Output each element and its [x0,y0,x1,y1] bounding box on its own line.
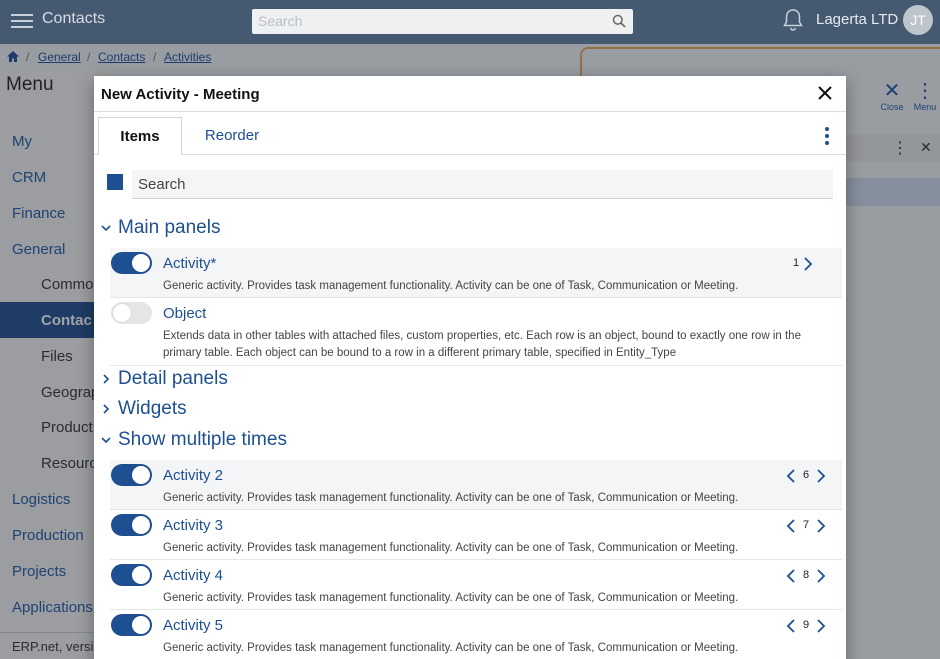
section-widgets[interactable]: Widgets [98,398,298,422]
chevron-right-icon[interactable] [816,568,826,584]
item-title: Activity 2 [163,467,224,484]
order-control: 7 [786,516,831,536]
dialog-tabs: Items Reorder [94,117,846,155]
item-title: Activity 5 [163,617,224,634]
app-title: Contacts [42,10,106,27]
dialog-title: New Activity - Meeting [101,86,260,103]
section-label: Widgets [118,398,187,419]
item-title: Activity* [163,255,217,272]
list-item: Activity* Generic activity. Provides tas… [110,248,842,298]
section-detail-panels[interactable]: Detail panels [98,368,298,392]
order-number: 8 [803,569,810,581]
item-title: Activity 4 [163,567,224,584]
section-label: Show multiple times [118,429,287,450]
chevron-left-icon[interactable] [786,468,796,484]
more-options-icon[interactable] [824,127,830,147]
toggle-switch[interactable] [111,464,152,486]
dialog-header: New Activity - Meeting [94,76,846,112]
select-all-checkbox[interactable] [107,174,123,190]
notifications-bell-icon[interactable] [782,8,804,32]
toggle-switch[interactable] [111,614,152,636]
section-main-panels[interactable]: Main panels [98,217,298,241]
company-name[interactable]: Lagerta LTD [816,11,898,28]
item-description: Generic activity. Provides task manageme… [163,642,739,654]
item-description: Extends data in other tables with attach… [163,330,801,359]
order-number: 6 [803,469,810,481]
tab-items[interactable]: Items [98,117,182,155]
dialog-search-field[interactable] [132,170,833,199]
order-control: 6 [786,466,831,486]
item-description: Generic activity. Provides task manageme… [163,592,739,604]
chevron-right-icon [103,374,110,384]
global-search-input[interactable]: Search [252,9,633,34]
tab-reorder[interactable]: Reorder [190,117,274,155]
item-description: Generic activity. Provides task manageme… [163,542,739,554]
chevron-left-icon[interactable] [786,568,796,584]
item-description: Generic activity. Provides task manageme… [163,492,739,504]
chevron-right-icon [103,404,110,414]
list-item: Activity 5 Generic activity. Provides ta… [110,610,842,659]
toggle-switch[interactable] [111,252,152,274]
chevron-right-icon[interactable] [816,468,826,484]
section-label: Main panels [118,217,221,238]
user-avatar[interactable]: JT [903,5,933,35]
order-number: 7 [803,519,810,531]
order-control: 9 [786,616,831,636]
chevron-right-icon[interactable] [803,256,813,272]
order-number: 1 [793,257,800,269]
list-item: Object Extends data in other tables with… [110,298,842,366]
chevron-left-icon[interactable] [786,518,796,534]
new-activity-dialog: New Activity - Meeting Items Reorder Mai… [94,76,846,659]
toggle-switch[interactable] [111,564,152,586]
top-app-bar: Contacts Search Lagerta LTD JT [0,0,940,44]
list-item: Activity 2 Generic activity. Provides ta… [110,460,842,510]
hamburger-menu-icon[interactable] [11,11,33,31]
chevron-left-icon[interactable] [786,618,796,634]
chevron-right-icon[interactable] [816,618,826,634]
order-number: 9 [803,619,810,631]
item-title: Object [163,305,207,322]
chevron-right-icon[interactable] [816,518,826,534]
dialog-close-icon[interactable] [814,82,836,104]
section-label: Detail panels [118,368,228,389]
toggle-switch[interactable] [111,514,152,536]
toggle-switch[interactable] [111,302,152,324]
item-description: Generic activity. Provides task manageme… [163,280,739,292]
section-show-multiple-times[interactable]: Show multiple times [98,429,318,453]
global-search-placeholder: Search [258,13,303,29]
order-control: 8 [786,566,831,586]
item-title: Activity 3 [163,517,224,534]
list-item: Activity 4 Generic activity. Provides ta… [110,560,842,610]
chevron-down-icon [101,437,111,444]
order-control: 1 [793,254,823,274]
search-icon[interactable] [612,14,626,28]
dialog-search-input[interactable] [132,170,833,198]
list-item: Activity 3 Generic activity. Provides ta… [110,510,842,560]
chevron-down-icon [101,225,111,232]
